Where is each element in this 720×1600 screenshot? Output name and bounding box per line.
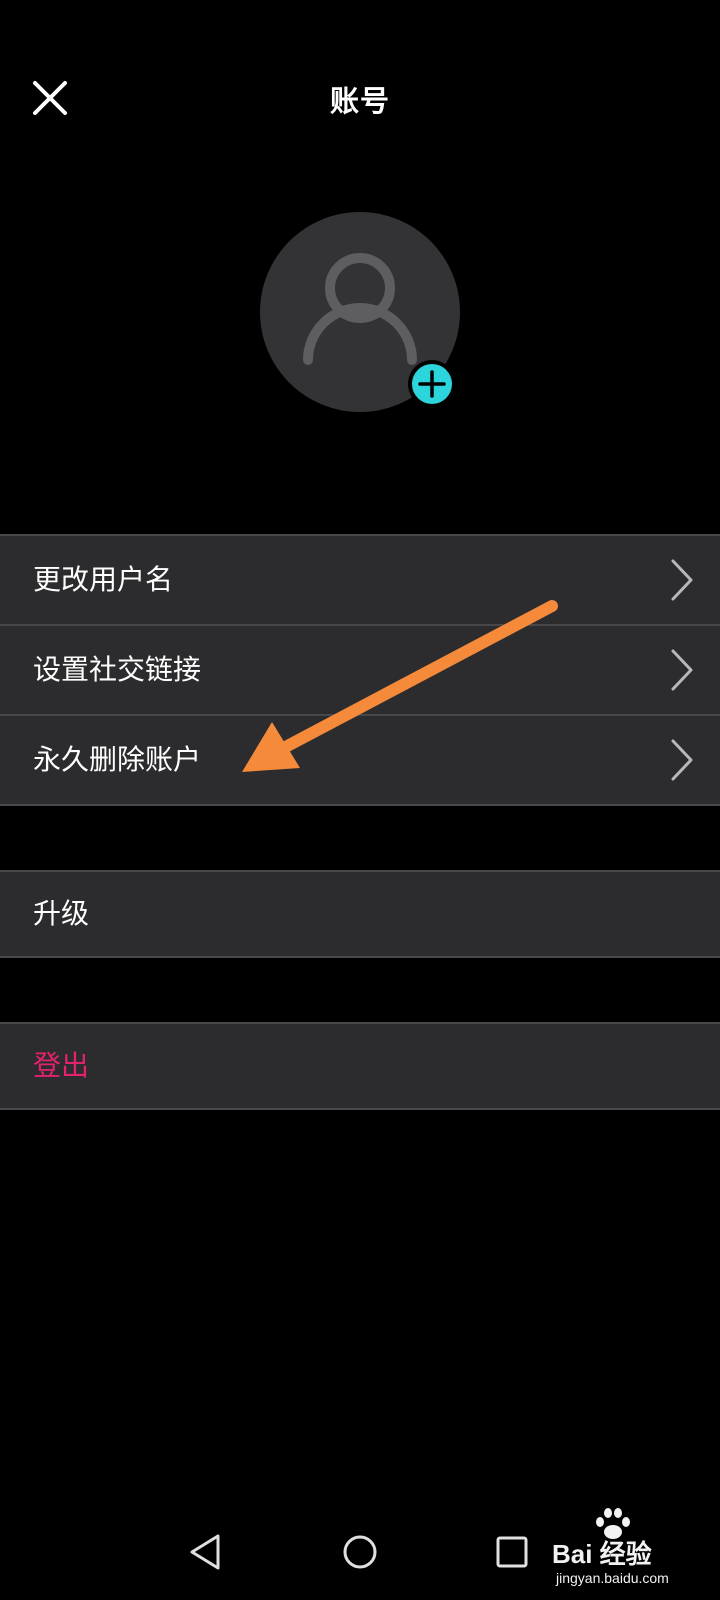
upgrade-label: 升级 [33, 897, 90, 930]
set-social-links-label: 设置社交链接 [33, 653, 202, 686]
delete-account-row[interactable]: 永久删除账户 [0, 714, 720, 804]
logout-label: 登出 [33, 1049, 90, 1082]
account-settings-group: 更改用户名 设置社交链接 永久删除账户 [0, 534, 720, 806]
add-avatar-button[interactable] [408, 360, 456, 408]
logout-row[interactable]: 登出 [0, 1024, 720, 1108]
square-recents-icon[interactable] [490, 1530, 534, 1574]
circle-home-icon[interactable] [338, 1530, 382, 1574]
watermark: Bai 经验 jingyan.baidu.com [552, 1504, 712, 1594]
watermark-brand: Bai 经验 [552, 1539, 652, 1569]
delete-account-label: 永久删除账户 [33, 743, 202, 776]
add-icon [412, 364, 452, 404]
avatar-section [260, 212, 460, 412]
logout-group: 登出 [0, 1022, 720, 1110]
set-social-links-row[interactable]: 设置社交链接 [0, 624, 720, 714]
chevron-right-icon [671, 739, 693, 781]
upgrade-row[interactable]: 升级 [0, 872, 720, 956]
change-username-row[interactable]: 更改用户名 [0, 536, 720, 624]
page-title: 账号 [329, 84, 390, 118]
chevron-right-icon [671, 559, 693, 601]
change-username-label: 更改用户名 [33, 563, 174, 596]
chevron-right-icon [671, 649, 693, 691]
top-bar: 账号 [0, 58, 720, 138]
watermark-url: jingyan.baidu.com [556, 1570, 669, 1586]
triangle-back-icon[interactable] [184, 1530, 228, 1574]
upgrade-group: 升级 [0, 870, 720, 958]
